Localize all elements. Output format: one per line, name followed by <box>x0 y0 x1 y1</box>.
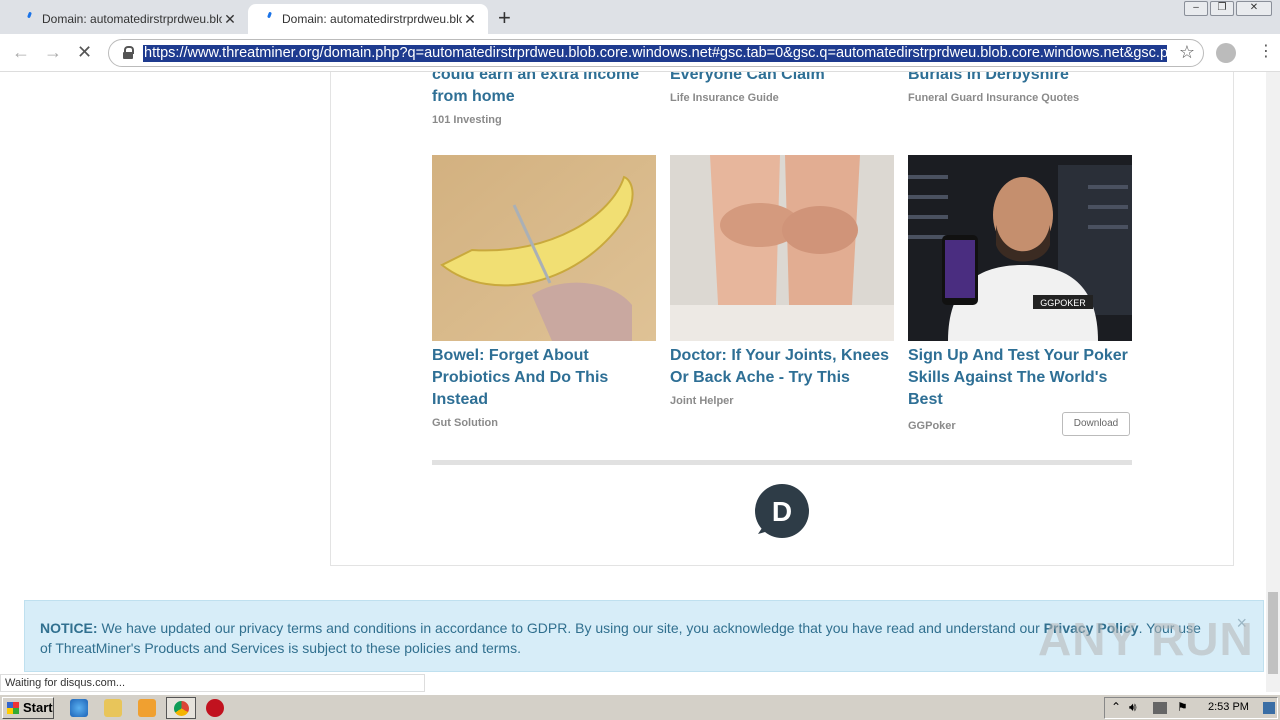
ie-icon[interactable] <box>70 699 88 717</box>
kebab-menu-icon[interactable]: ⋮ <box>1258 41 1274 61</box>
chrome-icon <box>174 701 189 716</box>
disqus-logo-icon[interactable]: D <box>754 484 810 540</box>
show-desktop-icon[interactable] <box>1263 702 1275 714</box>
clock: 2:53 PM <box>1208 701 1249 713</box>
ad-thumbnail-poker[interactable]: GGPOKER <box>908 155 1132 341</box>
ad-title[interactable]: could earn an extra income from home <box>432 72 652 108</box>
ad-source: Joint Helper <box>670 395 734 407</box>
status-bar: Waiting for disqus.com... <box>0 674 425 692</box>
ad-source: Funeral Guard Insurance Quotes <box>908 92 1080 104</box>
back-arrow-icon[interactable]: ← <box>12 42 30 63</box>
ad-title[interactable]: Bowel: Forget About Probiotics And Do Th… <box>432 345 656 411</box>
anyrun-watermark: ANY RUN <box>1038 613 1254 665</box>
ad-title[interactable]: Doctor: If Your Joints, Knees Or Back Ac… <box>670 345 894 389</box>
close-tab-icon[interactable]: ✕ <box>222 11 238 28</box>
tab-strip: Domain: automatedirstrprdweu.blob.core.w… <box>0 0 1280 34</box>
ad-source: GGPoker <box>908 420 956 432</box>
bookmark-star-icon[interactable]: ☆ <box>1179 42 1195 63</box>
notice-label: NOTICE: <box>40 620 98 636</box>
address-bar[interactable]: https://www.threatminer.org/domain.php?q… <box>108 39 1204 67</box>
url-text[interactable]: https://www.threatminer.org/domain.php?q… <box>143 45 1167 62</box>
scrollbar-thumb[interactable] <box>1268 592 1278 674</box>
volume-icon[interactable]: 🔊︎ <box>1129 700 1137 715</box>
ad-thumbnail-knees[interactable] <box>670 155 894 341</box>
ad-source: Gut Solution <box>432 417 498 429</box>
start-button[interactable]: Start <box>2 697 54 719</box>
tray-expand-icon[interactable]: ⌃ <box>1111 700 1121 714</box>
stop-loading-icon[interactable]: ✕ <box>77 42 92 63</box>
browser-toolbar: ← → ✕ https://www.threatminer.org/domain… <box>0 34 1280 72</box>
ad-title[interactable]: Everyone Can Claim <box>670 72 894 86</box>
tab-title: Domain: automatedirstrprdweu.blob.core.w… <box>42 12 222 26</box>
section-divider <box>432 460 1132 465</box>
favicon-icon <box>264 12 274 24</box>
security-alert-icon[interactable] <box>206 699 224 717</box>
ad-title[interactable]: Sign Up And Test Your Poker Skills Again… <box>908 345 1132 411</box>
profile-avatar-icon[interactable] <box>1216 43 1236 63</box>
ad-source: Life Insurance Guide <box>670 92 779 104</box>
ad-thumbnail-banana[interactable] <box>432 155 656 341</box>
tab-title: Domain: automatedirstrprdweu.blob.core.w… <box>282 12 462 26</box>
tab-inactive[interactable]: Domain: automatedirstrprdweu.blob.core.w… <box>8 4 248 34</box>
explorer-folder-icon[interactable] <box>104 699 122 717</box>
new-tab-button[interactable]: + <box>498 5 511 31</box>
download-button[interactable]: Download <box>1062 412 1130 436</box>
notice-text: We have updated our privacy terms and co… <box>97 620 1044 636</box>
ad-source: 101 Investing <box>432 114 502 126</box>
disqus-logo-letter: D <box>772 496 792 527</box>
media-player-icon[interactable] <box>138 699 156 717</box>
chrome-taskbar-button[interactable] <box>166 697 196 719</box>
ad-image-brand-text: GGPOKER <box>1040 298 1086 308</box>
close-window-button[interactable]: ✕ <box>1236 1 1272 16</box>
restore-window-button[interactable]: ❐ <box>1210 1 1234 16</box>
close-tab-icon[interactable]: ✕ <box>462 11 478 28</box>
tab-active[interactable]: Domain: automatedirstrprdweu.blob.core.w… <box>248 4 488 34</box>
flag-icon[interactable]: ⚑ <box>1177 700 1188 714</box>
lock-icon <box>123 46 134 60</box>
vertical-scrollbar[interactable] <box>1266 72 1280 692</box>
network-icon[interactable] <box>1153 702 1167 714</box>
favicon-icon <box>24 12 34 24</box>
windows-taskbar: Start ⌃ 🔊︎ ⚑ 2:53 PM <box>0 694 1280 720</box>
system-tray: ⌃ 🔊︎ ⚑ <box>1104 697 1278 719</box>
minimize-window-button[interactable]: – <box>1184 1 1208 16</box>
page-content: could earn an extra income from home 101… <box>0 72 1266 676</box>
forward-arrow-icon[interactable]: → <box>44 42 62 63</box>
ad-title[interactable]: Burials in Derbyshire <box>908 72 1132 86</box>
